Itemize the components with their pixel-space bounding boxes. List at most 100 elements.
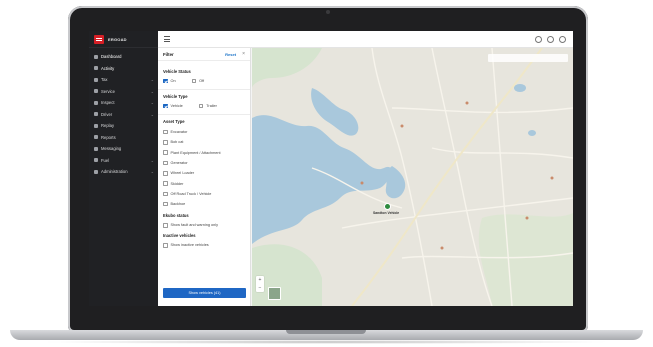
sidebar-item-label: Dashboard [101, 54, 122, 60]
checkbox-checked-icon[interactable] [163, 103, 168, 109]
checkbox-empty-icon[interactable] [163, 181, 168, 186]
filter-body: Vehicle Status On Off Vehicle Type Vehicl… [158, 61, 250, 253]
checkbox-empty-icon[interactable] [163, 223, 168, 228]
checkbox-empty-icon[interactable] [163, 191, 168, 197]
filter-checkbox-on[interactable]: On [163, 77, 176, 85]
filter-checkbox-generator[interactable]: Generator [163, 158, 245, 168]
sidebar-item-replay[interactable]: Replay [89, 120, 158, 132]
close-icon[interactable]: × [242, 51, 245, 57]
sidebar-item-activity[interactable]: Activity [89, 63, 158, 75]
ekubo-status-heading: Ekubo status [163, 213, 189, 219]
map-poi [465, 101, 469, 105]
vehicle-status-heading: Vehicle Status [163, 69, 191, 74]
map-type-toggle[interactable] [268, 287, 281, 300]
help-icon[interactable] [535, 36, 542, 43]
filter-header: Filter Reset × [158, 48, 250, 61]
filter-checkbox-wheel-loader[interactable]: Wheel Loader [163, 168, 245, 178]
reset-button[interactable]: Reset [225, 52, 236, 57]
checkbox-empty-icon[interactable] [163, 171, 168, 176]
map-search-input[interactable] [488, 54, 568, 62]
hamburger-menu-icon[interactable] [164, 36, 170, 42]
map-lake [514, 84, 526, 92]
sidebar-item-icon [94, 100, 98, 105]
filter-checkbox-vehicle[interactable]: Vehicle [163, 102, 183, 110]
sidebar-item-fuel[interactable]: Fuel ⌄ [89, 155, 158, 167]
sidebar-item-label: Tax [101, 77, 108, 83]
filter-checkbox-plant-equipment-attachment[interactable]: Plant Equipment / Attachment [163, 148, 245, 158]
checkbox-empty-icon[interactable] [163, 160, 168, 166]
zoom-in-button[interactable]: + [256, 276, 264, 284]
sidebar-item-label: Fuel [101, 157, 110, 163]
checkbox-empty-icon[interactable] [191, 78, 197, 84]
laptop-base-notch [286, 330, 366, 334]
map-view[interactable]: Sandton Vehicle + − [252, 48, 573, 306]
brand[interactable]: ERGOAD [89, 31, 158, 48]
inactive-vehicles-options: Show inactive vehicles [163, 241, 245, 249]
sidebar-item-tax[interactable]: Tax ⌄ [89, 74, 158, 86]
filter-checkbox-skidder[interactable]: Skidder [163, 178, 245, 188]
zoom-controls: + − [256, 276, 264, 292]
user-avatar-icon[interactable] [559, 36, 566, 43]
checkbox-empty-icon[interactable] [198, 103, 204, 109]
vehicle-marker-icon[interactable] [384, 203, 391, 210]
laptop-mockup: ERGOAD Dashboard Activity Tax ⌄ Service ⌄ Insp… [0, 0, 653, 347]
checkbox-label: Trailer [206, 104, 217, 108]
sidebar-item-dashboard[interactable]: Dashboard [89, 51, 158, 63]
sidebar-item-inspect[interactable]: Inspect ⌄ [89, 97, 158, 109]
sidebar-item-icon [94, 89, 98, 94]
checkbox-label: Vehicle [170, 104, 183, 108]
filter-checkbox-show-inactive-vehicles[interactable]: Show inactive vehicles [163, 241, 245, 249]
sidebar-item-icon [94, 169, 98, 174]
divider [158, 114, 250, 115]
sidebar-item-administration[interactable]: Administration ⌄ [89, 166, 158, 178]
map-park [478, 213, 573, 306]
app-screen: ERGOAD Dashboard Activity Tax ⌄ Service ⌄ Insp… [89, 31, 573, 306]
filter-title: Filter [163, 51, 174, 57]
chevron-down-icon: ⌄ [150, 88, 154, 94]
checkbox-label: Skidder [170, 181, 184, 186]
filter-checkbox-excavator[interactable]: Excavator [163, 127, 245, 137]
asset-type-heading: Asset Type [163, 119, 185, 124]
asset-type-options: Excavator Bob cat Plant Equipment / Attach… [163, 127, 245, 209]
map-canvas [252, 48, 573, 306]
checkbox-label: Off [199, 79, 205, 83]
notifications-icon[interactable] [547, 36, 554, 43]
zoom-out-button[interactable]: − [256, 284, 264, 292]
checkbox-label: Excavator [170, 130, 188, 135]
checkbox-empty-icon[interactable] [163, 140, 168, 145]
filter-checkbox-trailer[interactable]: Trailer [198, 102, 217, 110]
sidebar-item-label: Replay [101, 123, 115, 129]
map-poi [400, 124, 404, 128]
checkbox-checked-icon[interactable] [163, 78, 168, 84]
checkbox-label: Show fault and warning only [170, 223, 219, 228]
sidebar-item-icon [94, 112, 98, 117]
checkbox-empty-icon[interactable] [163, 129, 168, 135]
sidebar-item-messaging[interactable]: Messaging [89, 143, 158, 155]
checkbox-label: Generator [170, 161, 188, 166]
sidebar-item-icon [94, 77, 98, 82]
checkbox-empty-icon[interactable] [163, 150, 168, 155]
chevron-down-icon: ⌄ [150, 169, 154, 175]
sidebar-item-label: Driver [101, 111, 113, 117]
sidebar-item-driver[interactable]: Driver ⌄ [89, 109, 158, 121]
checkbox-label: Backhoe [170, 202, 186, 207]
filter-checkbox-off[interactable]: Off [191, 77, 205, 85]
brand-name: ERGOAD [108, 36, 127, 42]
brand-logo-icon [94, 34, 104, 44]
sidebar-item-icon [94, 158, 98, 163]
sidebar-item-reports[interactable]: Reports [89, 132, 158, 144]
map-poi [360, 181, 364, 185]
checkbox-empty-icon[interactable] [163, 201, 168, 207]
sidebar-item-label: Activity [101, 65, 115, 71]
sidebar-item-service[interactable]: Service ⌄ [89, 86, 158, 98]
filter-checkbox-off-road-truck-vehicle[interactable]: Off Road Truck / Vehicle [163, 189, 245, 199]
sidebar-item-icon [94, 146, 98, 151]
checkbox-empty-icon[interactable] [163, 243, 168, 248]
sidebar-item-label: Reports [101, 134, 116, 140]
filter-checkbox-bob-cat[interactable]: Bob cat [163, 137, 245, 147]
laptop-shadow [40, 340, 613, 344]
show-vehicles-button[interactable]: Show vehicles (41) [163, 288, 246, 298]
sidebar-item-label: Messaging [101, 146, 122, 152]
filter-checkbox-show-fault-and-warning-only[interactable]: Show fault and warning only [163, 221, 245, 229]
filter-checkbox-backhoe[interactable]: Backhoe [163, 199, 245, 209]
